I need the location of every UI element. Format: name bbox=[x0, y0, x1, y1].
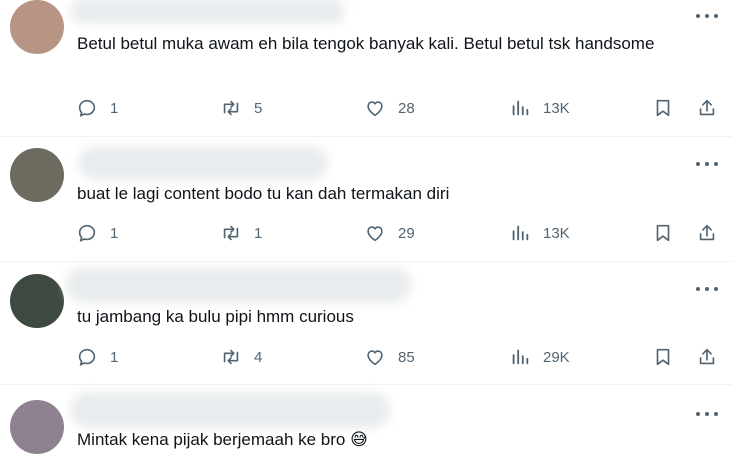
reply-count: 1 bbox=[110, 224, 119, 242]
more-options-icon[interactable] bbox=[696, 406, 718, 422]
reply-button[interactable]: 1 bbox=[76, 346, 118, 368]
like-icon bbox=[367, 226, 383, 242]
share-button[interactable] bbox=[696, 222, 718, 249]
repost-button[interactable]: 4 bbox=[220, 346, 262, 368]
views-button[interactable]: 13K bbox=[509, 222, 570, 244]
reply-count: 1 bbox=[110, 99, 119, 117]
avatar[interactable] bbox=[10, 0, 64, 54]
reply-card[interactable]: buat le lagi content bodo tu kan dah ter… bbox=[0, 136, 732, 262]
reply-card[interactable]: tu jambang ka bulu pipi hmm curious 1 4 … bbox=[0, 261, 732, 385]
share-button[interactable] bbox=[696, 346, 718, 373]
username-redacted bbox=[70, 0, 345, 24]
views-count: 13K bbox=[543, 224, 570, 242]
username-redacted bbox=[78, 146, 328, 180]
share-icon bbox=[699, 224, 715, 241]
reply-card[interactable]: Mintak kena pijak berjemaah ke bro 😅 bbox=[0, 384, 732, 470]
reply-icon bbox=[78, 348, 96, 366]
reply-button[interactable]: 1 bbox=[76, 97, 118, 119]
share-icon bbox=[699, 99, 715, 116]
repost-icon bbox=[223, 349, 239, 365]
share-icon bbox=[699, 348, 715, 365]
like-count: 28 bbox=[398, 99, 415, 117]
sweat-smile-emoji: 😅 bbox=[350, 430, 368, 449]
like-icon bbox=[367, 101, 383, 117]
reply-icon bbox=[78, 224, 96, 242]
reply-text: Mintak kena pijak berjemaah ke bro 😅 bbox=[77, 428, 677, 452]
views-button[interactable]: 13K bbox=[509, 97, 570, 119]
avatar[interactable] bbox=[10, 274, 64, 328]
bookmark-button[interactable] bbox=[652, 97, 674, 124]
views-icon bbox=[512, 225, 529, 241]
bookmark-icon bbox=[656, 99, 670, 117]
like-button[interactable]: 28 bbox=[364, 97, 415, 119]
reply-text: Betul betul muka awam eh bila tengok ban… bbox=[77, 34, 655, 53]
reply-text: tu jambang ka bulu pipi hmm curious bbox=[77, 307, 354, 326]
like-icon bbox=[367, 350, 383, 366]
like-button[interactable]: 29 bbox=[364, 222, 415, 244]
views-count: 29K bbox=[543, 348, 570, 366]
repost-icon bbox=[223, 225, 239, 241]
reply-text-content: Mintak kena pijak berjemaah ke bro bbox=[77, 430, 346, 449]
like-button[interactable]: 85 bbox=[364, 346, 415, 368]
views-count: 13K bbox=[543, 99, 570, 117]
like-count: 85 bbox=[398, 348, 415, 366]
repost-count: 4 bbox=[254, 348, 263, 366]
share-button[interactable] bbox=[696, 97, 718, 124]
avatar[interactable] bbox=[10, 400, 64, 454]
username-redacted bbox=[70, 392, 390, 428]
repost-count: 1 bbox=[254, 224, 263, 242]
repost-icon bbox=[223, 100, 239, 116]
views-icon bbox=[512, 349, 529, 365]
avatar[interactable] bbox=[10, 148, 64, 202]
like-count: 29 bbox=[398, 224, 415, 242]
reply-button[interactable]: 1 bbox=[76, 222, 118, 244]
reply-icon bbox=[78, 99, 96, 117]
more-options-icon[interactable] bbox=[696, 8, 718, 24]
repost-count: 5 bbox=[254, 99, 263, 117]
repost-button[interactable]: 5 bbox=[220, 97, 262, 119]
reply-count: 1 bbox=[110, 348, 119, 366]
repost-button[interactable]: 1 bbox=[220, 222, 262, 244]
more-options-icon[interactable] bbox=[696, 156, 718, 172]
reply-card[interactable]: Betul betul muka awam eh bila tengok ban… bbox=[0, 0, 732, 137]
reply-text: buat le lagi content bodo tu kan dah ter… bbox=[77, 184, 450, 203]
more-options-icon[interactable] bbox=[696, 281, 718, 297]
bookmark-icon bbox=[656, 224, 670, 242]
bookmark-icon bbox=[656, 348, 670, 366]
bookmark-button[interactable] bbox=[652, 222, 674, 249]
bookmark-button[interactable] bbox=[652, 346, 674, 373]
views-icon bbox=[512, 100, 529, 116]
username-redacted bbox=[66, 267, 411, 303]
views-button[interactable]: 29K bbox=[509, 346, 570, 368]
